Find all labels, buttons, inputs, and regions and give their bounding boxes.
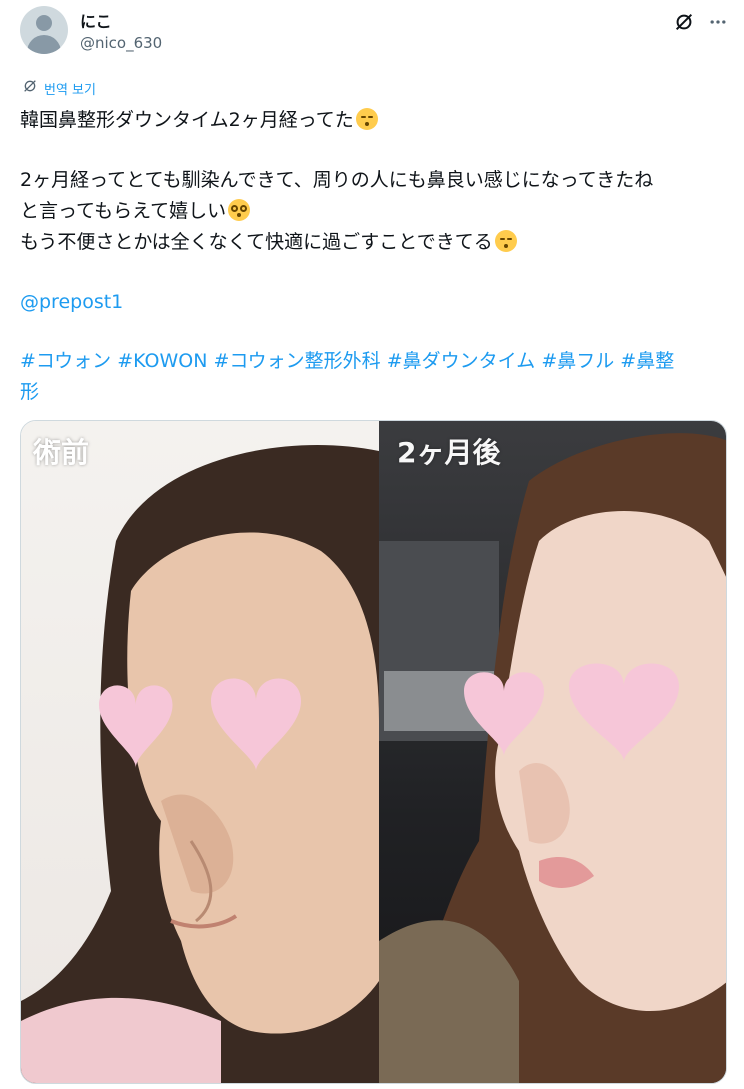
tweet-line-3-text: と言ってもらえて嬉しい	[20, 200, 227, 222]
hashtag-link[interactable]: #コウォン整形外科	[214, 350, 381, 372]
hashtag-link[interactable]: #コウォン	[20, 350, 111, 372]
before-photo[interactable]: 術前	[21, 421, 379, 1083]
display-name[interactable]: にこ	[80, 8, 112, 32]
hashtag-link[interactable]: #KOWON	[117, 350, 207, 372]
kissing-face-icon	[355, 108, 378, 130]
before-label: 術前	[33, 436, 90, 469]
tweet-line-3: と言ってもらえて嬉しい	[20, 196, 251, 227]
after-photo[interactable]: 2ヶ月後	[379, 421, 726, 1083]
user-handle[interactable]: @nico_630	[80, 34, 162, 52]
hashtag-link[interactable]: #鼻フル	[541, 350, 614, 372]
translate-label: 번역 보기	[44, 82, 96, 98]
pleading-face-icon	[228, 199, 251, 221]
after-label: 2ヶ月後	[397, 436, 501, 469]
hashtag-link[interactable]: #鼻ダウンタイム	[387, 350, 536, 372]
tweet-line-1-text: 韓国鼻整形ダウンタイム2ヶ月経ってた	[20, 109, 354, 131]
avatar[interactable]	[20, 6, 68, 54]
grok-icon[interactable]	[672, 10, 696, 34]
translate-link[interactable]: 번역 보기	[22, 78, 96, 98]
hashtag-link[interactable]: #鼻整	[620, 350, 674, 372]
tweet-line-1: 韓国鼻整形ダウンタイム2ヶ月経ってた	[20, 105, 378, 136]
hashtag-row: #コウォン #KOWON #コウォン整形外科 #鼻ダウンタイム #鼻フル #鼻整	[20, 346, 674, 377]
more-icon[interactable]	[706, 10, 730, 34]
mention-link[interactable]: @prepost1	[20, 287, 123, 318]
kissing-face-icon	[494, 230, 517, 252]
translate-icon	[22, 78, 38, 98]
avatar-shoulders	[27, 35, 61, 54]
tweet-header: にこ @nico_630	[20, 6, 730, 62]
tweet-line-2: 2ヶ月経ってとても馴染んできて、周りの人にも鼻良い感じになってきたね	[20, 169, 654, 191]
hashtag-link-continued[interactable]: 形	[20, 377, 39, 408]
tweet-media[interactable]: 術前 2ヶ月後	[20, 420, 727, 1084]
tweet-line-4-text: もう不便さとかは全くなくて快適に過ごすことできてる	[20, 231, 493, 253]
avatar-head	[36, 15, 52, 31]
tweet-line-4: もう不便さとかは全くなくて快適に過ごすことできてる	[20, 227, 517, 258]
